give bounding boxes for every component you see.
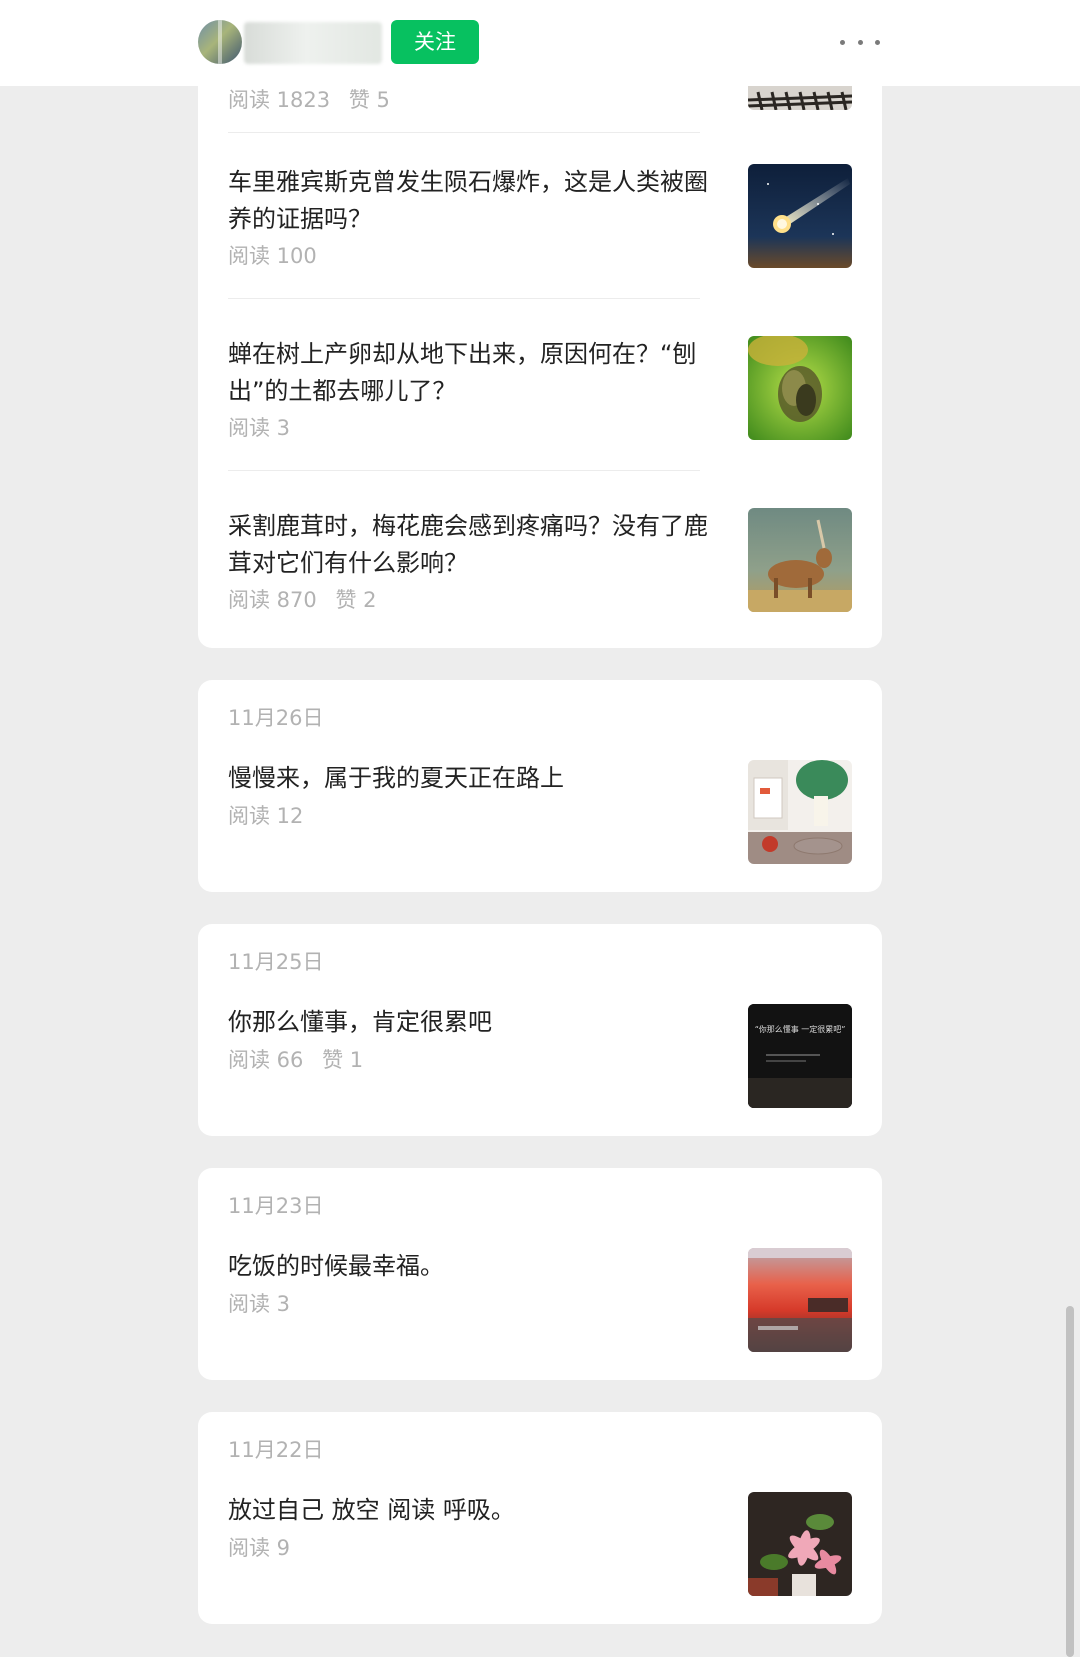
cafe-table-image bbox=[748, 760, 852, 864]
divider bbox=[228, 132, 700, 133]
article-item[interactable]: 慢慢来，属于我的夏天正在路上 阅读 12 bbox=[228, 760, 852, 864]
read-count: 阅读 9 bbox=[228, 1536, 291, 1560]
publish-date: 11月25日 bbox=[228, 950, 324, 974]
article-item[interactable]: 车里雅宾斯克曾发生陨石爆炸，这是人类被圈养的证据吗？ 阅读 100 bbox=[228, 164, 852, 268]
article-title: 采割鹿茸时，梅花鹿会感到疼痛吗？没有了鹿茸对它们有什么影响？ bbox=[228, 512, 708, 577]
account-name-blurred bbox=[244, 22, 382, 64]
scrollbar-thumb[interactable] bbox=[1066, 1306, 1074, 1657]
article-list-page: 关注 阅读 1823 赞 5 车里雅宾斯克曾发生陨石爆炸，这是人类被圈养的证据吗… bbox=[0, 0, 1080, 1657]
cicada-image bbox=[748, 336, 852, 440]
article-group-card: 阅读 1823 赞 5 车里雅宾斯克曾发生陨石爆炸，这是人类被圈养的证据吗？ 阅… bbox=[198, 30, 882, 648]
article-title: 放过自己 放空 阅读 呼吸。 bbox=[228, 1496, 515, 1524]
article-group-card: 11月26日 慢慢来，属于我的夏天正在路上 阅读 12 bbox=[198, 680, 882, 892]
article-item[interactable]: 放过自己 放空 阅读 呼吸。 阅读 9 bbox=[228, 1492, 852, 1596]
read-count: 阅读 3 bbox=[228, 1292, 291, 1316]
article-stats: 阅读 66 赞 1 bbox=[228, 1044, 363, 1074]
sunset-image bbox=[748, 1248, 852, 1352]
more-dot bbox=[857, 39, 863, 45]
more-options-icon[interactable] bbox=[840, 30, 880, 54]
read-count: 阅读 12 bbox=[228, 804, 304, 828]
meteor-image bbox=[748, 164, 852, 268]
article-group-card: 11月22日 放过自己 放空 阅读 呼吸。 阅读 9 bbox=[198, 1412, 882, 1624]
article-item[interactable]: 蝉在树上产卵却从地下出来，原因何在？“刨出”的土都去哪儿了？ 阅读 3 bbox=[228, 336, 852, 440]
read-count: 阅读 66 bbox=[228, 1048, 304, 1072]
dark-quote-image: “你那么懂事 一定很累吧” bbox=[748, 1004, 852, 1108]
publish-date: 11月22日 bbox=[228, 1438, 324, 1462]
read-count: 阅读 100 bbox=[228, 244, 317, 268]
divider bbox=[228, 470, 700, 471]
deer-image bbox=[748, 508, 852, 612]
lily-flowers-image bbox=[748, 1492, 852, 1596]
article-stats: 阅读 12 bbox=[228, 800, 303, 830]
article-stats: 阅读 9 bbox=[228, 1532, 290, 1562]
publish-date: 11月23日 bbox=[228, 1194, 324, 1218]
article-title: 慢慢来，属于我的夏天正在路上 bbox=[228, 764, 564, 792]
article-stats: 阅读 870 赞 2 bbox=[228, 584, 377, 614]
more-dot bbox=[840, 39, 845, 45]
like-count: 赞 2 bbox=[335, 588, 377, 612]
more-dot bbox=[875, 39, 880, 45]
read-count: 阅读 1823 bbox=[228, 88, 331, 112]
divider bbox=[228, 298, 700, 299]
account-header: 关注 bbox=[0, 0, 1080, 86]
follow-button[interactable]: 关注 bbox=[391, 20, 479, 64]
article-title: 你那么懂事，肯定很累吧 bbox=[228, 1008, 492, 1036]
article-stats: 阅读 3 bbox=[228, 1288, 290, 1318]
article-title: 蝉在树上产卵却从地下出来，原因何在？“刨出”的土都去哪儿了？ bbox=[228, 340, 697, 405]
publish-date: 11月26日 bbox=[228, 706, 324, 730]
article-title: 吃饭的时候最幸福。 bbox=[228, 1252, 444, 1280]
like-count: 赞 1 bbox=[322, 1048, 364, 1072]
like-count: 赞 5 bbox=[348, 88, 390, 112]
article-stats: 阅读 3 bbox=[228, 412, 290, 442]
read-count: 阅读 3 bbox=[228, 416, 291, 440]
article-item[interactable]: 吃饭的时候最幸福。 阅读 3 bbox=[228, 1248, 852, 1352]
article-group-card: 11月25日 你那么懂事，肯定很累吧 阅读 66 赞 1 “你那么懂事 一定很累… bbox=[198, 924, 882, 1136]
read-count: 阅读 870 bbox=[228, 588, 317, 612]
article-title: 车里雅宾斯克曾发生陨石爆炸，这是人类被圈养的证据吗？ bbox=[228, 168, 708, 233]
article-group-card: 11月23日 吃饭的时候最幸福。 阅读 3 bbox=[198, 1168, 882, 1380]
article-stats: 阅读 100 bbox=[228, 240, 317, 270]
avatar[interactable] bbox=[198, 20, 242, 64]
article-item[interactable]: 采割鹿茸时，梅花鹿会感到疼痛吗？没有了鹿茸对它们有什么影响？ 阅读 870 赞 … bbox=[228, 508, 852, 612]
article-item[interactable]: 你那么懂事，肯定很累吧 阅读 66 赞 1 “你那么懂事 一定很累吧” bbox=[228, 1004, 852, 1108]
article-stats: 阅读 1823 赞 5 bbox=[228, 84, 390, 114]
thumb-quote-text: “你那么懂事 一定很累吧” bbox=[755, 1024, 846, 1034]
